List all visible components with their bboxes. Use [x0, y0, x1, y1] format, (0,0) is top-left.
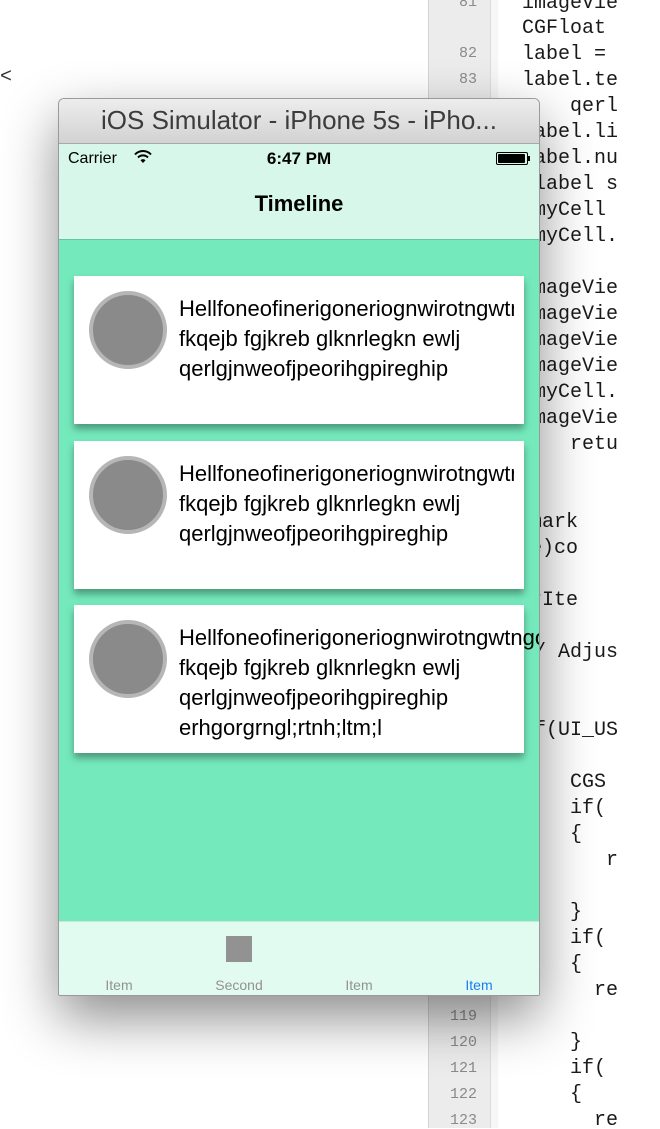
tab-item-3[interactable]: Item [299, 922, 419, 995]
code-line: if( [498, 1057, 607, 1080]
tab-bar: Item Second Item Item [59, 921, 539, 995]
page-title: Timeline [254, 191, 344, 216]
tab-item-1[interactable]: Item [59, 922, 179, 995]
code-line: CGFloat [498, 17, 607, 40]
code-line: { [498, 1083, 583, 1106]
line-number: 121 [449, 1060, 477, 1077]
tab-label: Item [465, 977, 493, 993]
status-bar: Carrier 6:47 PM [59, 144, 539, 174]
code-line: } [498, 1031, 583, 1054]
line-number: 119 [449, 1008, 477, 1025]
code-line: label.te [498, 69, 619, 92]
window-titlebar[interactable]: iOS Simulator - iPhone 5s - iPho... [59, 99, 539, 144]
tab-label: Item [105, 977, 133, 993]
simulator-window[interactable]: iOS Simulator - iPhone 5s - iPho... Carr… [58, 98, 540, 996]
editor-left-mark: < [0, 66, 13, 89]
line-number: 122 [449, 1086, 477, 1103]
cell-text: Hellfoneofinerigoneriognwirotngwtngowirn… [179, 625, 539, 740]
tab-label: Item [345, 977, 373, 993]
line-number: 81 [458, 0, 477, 11]
timeline-cell[interactable]: Hellfoneofinerigoneriognwirotngwtngowirn… [74, 276, 524, 424]
battery-icon [496, 152, 530, 165]
window-title: iOS Simulator - iPhone 5s - iPho... [101, 105, 497, 135]
device-screen[interactable]: Carrier 6:47 PM Timeline Hellfoneofineri… [59, 144, 539, 995]
cell-text: Hellfoneofinerigoneriognwirotngwtngowirn… [179, 296, 514, 381]
tab-square-icon [226, 936, 252, 962]
line-number: 123 [449, 1112, 477, 1129]
status-time: 6:47 PM [266, 149, 332, 168]
code-line: re [498, 1109, 619, 1128]
avatar [89, 620, 167, 698]
avatar [89, 456, 167, 534]
tab-label: Second [215, 977, 263, 993]
line-number: 120 [449, 1034, 477, 1051]
tab-second[interactable]: Second [179, 922, 299, 995]
code-line: imageVie [498, 0, 619, 15]
navigation-bar: Carrier 6:47 PM Timeline [59, 144, 539, 240]
timeline-cell[interactable]: Hellfoneofinerigoneriognwirotngwtngowirn… [74, 441, 524, 589]
line-number: 82 [458, 45, 477, 62]
cell-text: Hellfoneofinerigoneriognwirotngwtngowirn… [179, 461, 514, 546]
timeline-cell[interactable]: Hellfoneofinerigoneriognwirotngwtngowirn… [74, 605, 539, 753]
code-line: label = [498, 43, 607, 66]
tab-item-4[interactable]: Item [419, 922, 539, 995]
line-number: 83 [458, 71, 477, 88]
avatar [89, 291, 167, 369]
